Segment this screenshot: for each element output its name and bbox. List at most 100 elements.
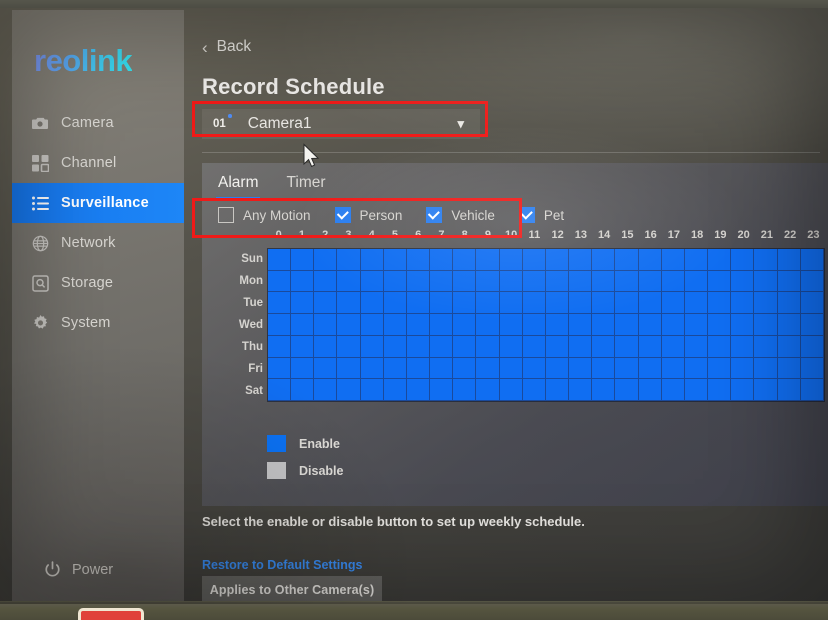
applies-to-other-cameras-button[interactable]: Applies to Other Camera(s) (202, 576, 382, 604)
schedule-cell[interactable] (545, 292, 570, 315)
schedule-cell[interactable] (661, 335, 685, 358)
schedule-cell[interactable] (499, 335, 523, 358)
schedule-cell[interactable] (777, 292, 801, 315)
schedule-cell[interactable] (430, 335, 454, 358)
schedule-cell[interactable] (754, 292, 778, 315)
schedule-cell[interactable] (383, 249, 407, 271)
schedule-cell[interactable] (615, 357, 639, 380)
schedule-cell[interactable] (453, 292, 477, 315)
schedule-cell[interactable] (800, 249, 824, 271)
schedule-cell[interactable] (291, 314, 315, 336)
schedule-cell[interactable] (708, 379, 732, 401)
schedule-cell[interactable] (337, 357, 361, 380)
schedule-cell[interactable] (291, 357, 315, 380)
schedule-cell[interactable] (360, 270, 384, 293)
schedule-cell[interactable] (684, 357, 709, 380)
schedule-cell[interactable] (453, 314, 477, 336)
schedule-cell[interactable] (383, 270, 407, 293)
schedule-cell[interactable] (615, 314, 639, 336)
schedule-cell[interactable] (360, 249, 384, 271)
schedule-cell[interactable] (545, 379, 570, 401)
schedule-cell[interactable] (800, 314, 824, 336)
schedule-cell[interactable] (499, 357, 523, 380)
schedule-cell[interactable] (731, 270, 755, 293)
schedule-cell[interactable] (592, 270, 616, 293)
schedule-cell[interactable] (615, 292, 639, 315)
schedule-cell[interactable] (684, 249, 709, 271)
schedule-cell[interactable] (708, 314, 732, 336)
schedule-cell[interactable] (291, 335, 315, 358)
schedule-cell[interactable] (615, 335, 639, 358)
sidebar-item-network[interactable]: Network (12, 223, 184, 263)
schedule-cell[interactable] (545, 270, 570, 293)
schedule-cell[interactable] (592, 249, 616, 271)
power-button[interactable]: Power (44, 561, 113, 578)
schedule-cell[interactable] (499, 314, 523, 336)
schedule-cell[interactable] (314, 292, 338, 315)
tab-alarm[interactable]: Alarm (215, 174, 261, 199)
schedule-cell[interactable] (453, 270, 477, 293)
schedule-cell[interactable] (754, 357, 778, 380)
schedule-cell[interactable] (522, 379, 546, 401)
schedule-cell[interactable] (383, 314, 407, 336)
schedule-cell[interactable] (291, 379, 315, 401)
checkbox-person[interactable]: Person (334, 207, 402, 223)
schedule-cell[interactable] (476, 270, 500, 293)
checkbox-box[interactable] (518, 207, 535, 223)
schedule-cell[interactable] (522, 314, 546, 336)
schedule-cell[interactable] (661, 314, 685, 336)
schedule-cell[interactable] (430, 357, 454, 380)
schedule-cell[interactable] (545, 249, 570, 271)
schedule-cell[interactable] (638, 379, 662, 401)
schedule-cell[interactable] (684, 335, 709, 358)
schedule-cell[interactable] (777, 379, 801, 401)
schedule-cell[interactable] (337, 335, 361, 358)
schedule-cell[interactable] (406, 314, 431, 336)
schedule-cell[interactable] (638, 335, 662, 358)
schedule-cell[interactable] (499, 292, 523, 315)
schedule-cell[interactable] (314, 314, 338, 336)
schedule-cell[interactable] (291, 292, 315, 315)
schedule-cell[interactable] (360, 379, 384, 401)
schedule-cell[interactable] (708, 357, 732, 380)
schedule-cell[interactable] (360, 357, 384, 380)
schedule-cell[interactable] (800, 335, 824, 358)
schedule-cell[interactable] (592, 314, 616, 336)
schedule-cell[interactable] (638, 270, 662, 293)
schedule-cell[interactable] (754, 270, 778, 293)
schedule-cell[interactable] (684, 314, 709, 336)
schedule-cell[interactable] (337, 379, 361, 401)
schedule-cell[interactable] (754, 249, 778, 271)
schedule-cell[interactable] (800, 357, 824, 380)
camera-selector[interactable]: 01 Camera1 ▾ (202, 109, 480, 139)
schedule-cell[interactable] (661, 357, 685, 380)
schedule-cell[interactable] (661, 270, 685, 293)
sidebar-item-camera[interactable]: Camera (12, 103, 184, 143)
schedule-cell[interactable] (800, 379, 824, 401)
schedule-cell[interactable] (731, 292, 755, 315)
schedule-cell[interactable] (476, 314, 500, 336)
back-button[interactable]: ‹ Back (202, 38, 251, 56)
schedule-cell[interactable] (638, 292, 662, 315)
schedule-cell[interactable] (569, 379, 593, 401)
schedule-cell[interactable] (430, 270, 454, 293)
schedule-cell[interactable] (499, 379, 523, 401)
schedule-cell[interactable] (731, 335, 755, 358)
schedule-cell[interactable] (592, 292, 616, 315)
schedule-cell[interactable] (360, 335, 384, 358)
schedule-cell[interactable] (268, 314, 292, 336)
sidebar-item-surveillance[interactable]: Surveillance (12, 183, 184, 223)
schedule-cell[interactable] (476, 335, 500, 358)
schedule-cell[interactable] (291, 249, 315, 271)
schedule-cell[interactable] (337, 249, 361, 271)
schedule-cell[interactable] (522, 357, 546, 380)
schedule-cell[interactable] (754, 379, 778, 401)
schedule-cell[interactable] (800, 270, 824, 293)
schedule-cell[interactable] (430, 249, 454, 271)
schedule-cell[interactable] (476, 249, 500, 271)
schedule-cell[interactable] (406, 292, 431, 315)
schedule-cell[interactable] (754, 335, 778, 358)
schedule-cell[interactable] (684, 379, 709, 401)
schedule-cell[interactable] (522, 335, 546, 358)
schedule-cell[interactable] (754, 314, 778, 336)
